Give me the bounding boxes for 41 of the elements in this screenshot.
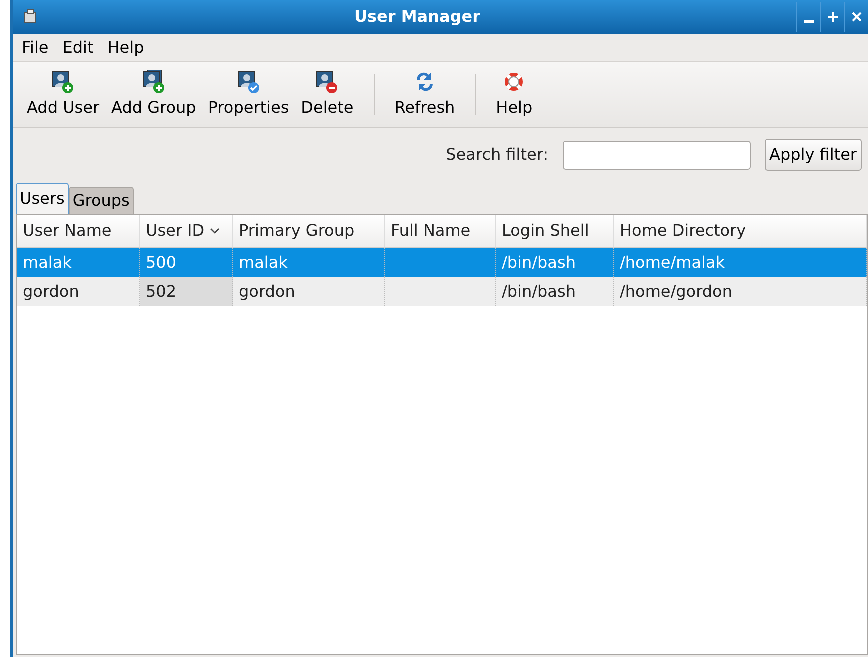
table-cell: /bin/bash xyxy=(496,277,614,306)
app-icon xyxy=(23,9,39,25)
close-icon xyxy=(850,10,864,24)
sort-caret-icon xyxy=(210,227,220,235)
column-header[interactable]: Full Name xyxy=(385,215,496,248)
table-cell: malak xyxy=(17,248,140,277)
search-filter-label: Search filter: xyxy=(446,144,549,166)
tab[interactable]: Groups xyxy=(68,187,134,214)
menu-item[interactable]: Edit xyxy=(58,36,99,60)
table-cell: gordon xyxy=(17,277,140,306)
toolbar-button[interactable]: Help xyxy=(490,62,539,127)
toolbar-button[interactable]: Properties xyxy=(202,62,296,127)
menu-item[interactable]: Help xyxy=(102,36,150,60)
column-header[interactable]: User Name xyxy=(17,215,140,248)
table-cell: /bin/bash xyxy=(496,248,614,277)
table-cell: /home/malak xyxy=(614,248,867,277)
menu-item[interactable]: File xyxy=(17,36,54,60)
column-header[interactable]: Primary Group xyxy=(233,215,385,248)
window-title: User Manager xyxy=(354,6,482,28)
table-cell: malak xyxy=(233,248,385,277)
maximize-icon xyxy=(826,10,840,24)
apply-filter-button[interactable]: Apply filter xyxy=(764,139,862,171)
minimize-icon xyxy=(804,20,814,22)
toolbar-button[interactable]: Delete xyxy=(295,62,360,127)
toolbar-button[interactable]: Add User xyxy=(21,62,106,127)
toolbar-button[interactable]: Refresh xyxy=(388,62,462,127)
table-row[interactable]: gordon 502 gordon /bin/bash /home/gordon xyxy=(17,277,867,306)
column-header[interactable]: User ID xyxy=(140,215,233,248)
table-cell: 500 xyxy=(140,248,233,277)
group-add-icon xyxy=(142,70,166,94)
table-cell: gordon xyxy=(233,277,385,306)
person-check-icon xyxy=(236,70,261,94)
tab[interactable]: Users xyxy=(16,183,69,214)
table-cell: 502 xyxy=(140,277,233,306)
person-remove-icon xyxy=(315,70,340,94)
table-cell: /home/gordon xyxy=(614,277,867,306)
toolbar-button[interactable]: Add Group xyxy=(106,62,202,127)
column-header[interactable]: Home Directory xyxy=(614,215,867,248)
column-header[interactable]: Login Shell xyxy=(496,215,614,248)
person-add-icon xyxy=(51,70,76,94)
search-filter-field[interactable] xyxy=(562,140,751,170)
